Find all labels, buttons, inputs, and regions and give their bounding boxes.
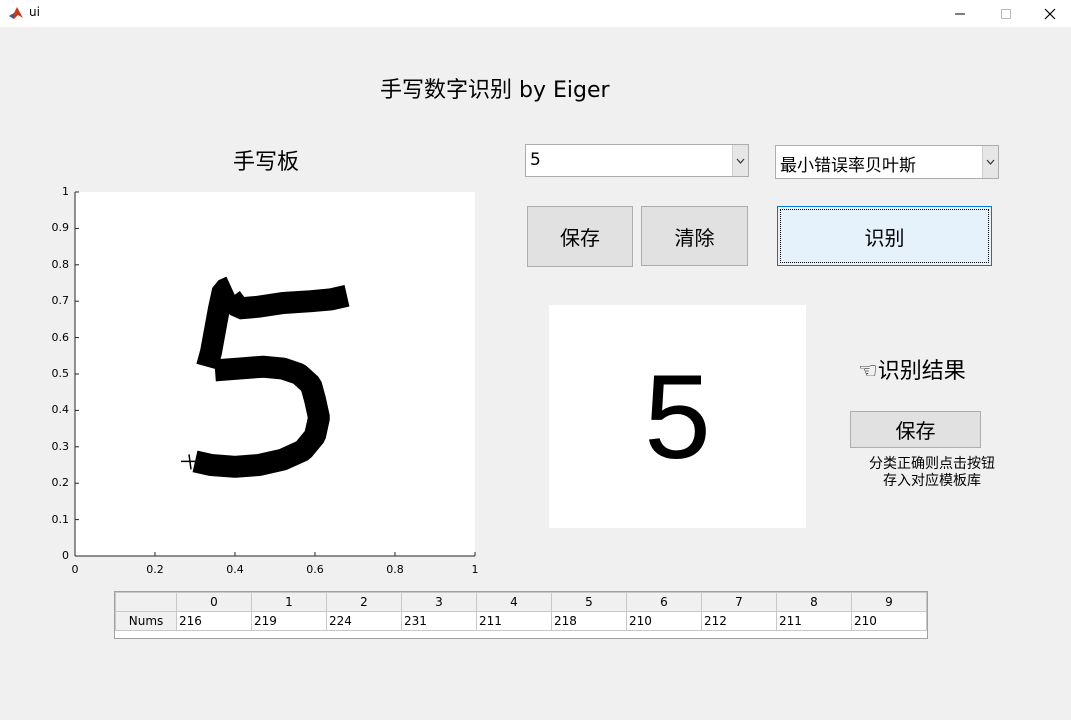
y-tick-label: 0.7: [51, 294, 70, 308]
x-tick-label: 0: [71, 563, 79, 576]
table-cell[interactable]: 210: [851, 611, 927, 631]
clear-button[interactable]: 清除: [641, 206, 748, 266]
save-hint: 分类正确则点击按钮 存入对应模板库: [852, 456, 1012, 490]
x-tick-label: 0.4: [226, 563, 244, 576]
y-tick-label: 0.6: [51, 330, 70, 344]
minimize-button[interactable]: [937, 0, 983, 27]
chevron-down-icon[interactable]: [982, 146, 998, 178]
result-digit: 5: [644, 349, 711, 484]
x-tick-label: 0.6: [306, 563, 324, 576]
main-title: 手写数字识别 by Eiger: [380, 78, 610, 103]
table-header-row: 0123456789: [115, 592, 927, 612]
handwritten-stroke: [222, 285, 350, 320]
digit-select[interactable]: 5: [525, 144, 749, 177]
method-select[interactable]: 最小错误率贝叶斯: [775, 145, 999, 179]
x-tick-label: 0.8: [386, 563, 404, 576]
table-column-header: 1: [251, 592, 327, 612]
recognize-button[interactable]: 识别: [777, 206, 992, 266]
method-select-value: 最小错误率贝叶斯: [780, 156, 916, 176]
y-tick-label: 0: [62, 549, 69, 562]
y-tick-label: 0.4: [51, 403, 70, 417]
y-tick-label: 0.3: [51, 439, 70, 453]
table-cell[interactable]: 211: [776, 611, 852, 631]
table-column-header: 3: [401, 592, 477, 612]
table-column-header: 9: [851, 592, 927, 612]
table-column-header: 0: [176, 592, 252, 612]
table-cell[interactable]: 218: [551, 611, 627, 631]
save-button[interactable]: 保存: [527, 206, 633, 267]
save-hint-line2: 存入对应模板库: [883, 473, 981, 489]
y-tick-label: 1: [62, 185, 69, 198]
maximize-button[interactable]: [983, 0, 1029, 27]
matlab-icon: [8, 5, 24, 21]
result-display: 5: [549, 305, 806, 528]
table-cell[interactable]: 219: [251, 611, 327, 631]
minimize-icon: [955, 13, 965, 14]
pad-label: 手写板: [233, 150, 300, 175]
window-title: ui: [29, 5, 40, 19]
y-tick-label: 0.2: [51, 476, 70, 490]
save-hint-line1: 分类正确则点击按钮: [869, 456, 995, 472]
table-cell[interactable]: 224: [326, 611, 402, 631]
close-button[interactable]: [1027, 0, 1071, 27]
table-cell[interactable]: 211: [476, 611, 552, 631]
title-bar: ui: [0, 0, 1071, 27]
counts-table: 0123456789 Nums 216 219 224 231 211 218 210 212…: [114, 591, 928, 639]
handwriting-pad[interactable]: 0 0.2 0.4 0.6 0.8 1 1 0.9 0.8 0.7 0.6 0.5 0.4 0.3 0.2…: [0, 180, 500, 580]
table-column-header: 7: [701, 592, 777, 612]
table-cell[interactable]: 216: [176, 611, 252, 631]
y-tick-label: 0.9: [51, 221, 70, 235]
y-tick-label: 0.1: [51, 512, 70, 526]
table-cell[interactable]: 231: [401, 611, 477, 631]
close-icon: [1044, 8, 1056, 19]
pad-canvas[interactable]: [0, 180, 500, 580]
table-cell[interactable]: 212: [701, 611, 777, 631]
table-row-header: Nums: [115, 611, 177, 631]
table-column-header: 4: [476, 592, 552, 612]
table-row: Nums 216 219 224 231 211 218 210 212 211 210: [115, 611, 927, 631]
chevron-down-icon[interactable]: [732, 145, 748, 176]
table-column-header: 8: [776, 592, 852, 612]
save-template-button[interactable]: 保存: [850, 411, 981, 448]
table-column-header: 6: [626, 592, 702, 612]
table-corner-cell: [115, 592, 177, 612]
y-tick-label: 0.8: [51, 257, 70, 271]
table-column-header: 2: [326, 592, 402, 612]
result-label: ☜识别结果: [858, 359, 966, 384]
y-tick-label: 0.5: [51, 367, 70, 380]
x-tick-label: 0.2: [146, 563, 164, 576]
table-column-header: 5: [551, 592, 627, 612]
x-tick-label: 1: [471, 563, 479, 576]
table-cell[interactable]: 210: [626, 611, 702, 631]
maximize-icon: [1001, 8, 1011, 19]
digit-select-value: 5: [530, 150, 541, 170]
